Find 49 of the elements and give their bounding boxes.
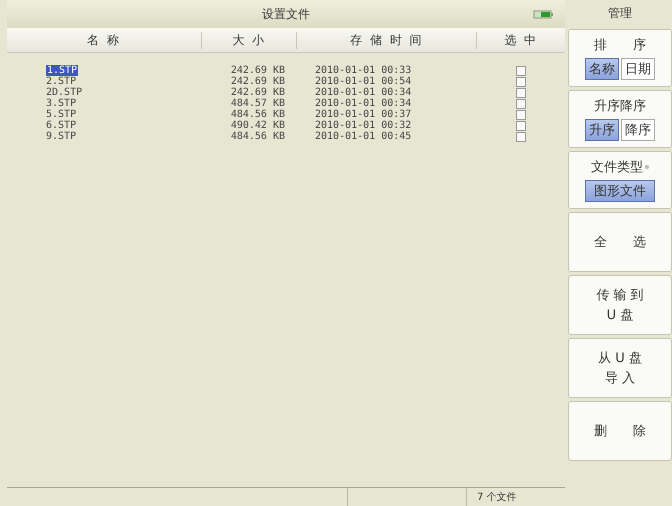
column-header: 存 储 时 间 — [296, 32, 476, 48]
checkbox[interactable] — [516, 132, 526, 142]
file-time: 2010-01-01 00:34 — [314, 87, 412, 98]
panel-label: 排 序 — [594, 37, 646, 54]
file-name[interactable]: 6.STP — [46, 120, 76, 131]
checkbox[interactable] — [516, 76, 526, 86]
option-button[interactable]: 降序 — [621, 119, 655, 141]
column-header: 选 中 — [476, 32, 565, 48]
file-name[interactable]: 1.STP — [46, 65, 78, 76]
file-type-select[interactable]: 图形文件 — [585, 180, 655, 202]
file-size: 490.42 KB — [230, 120, 286, 131]
column-header: 大 小 — [200, 32, 296, 48]
action-button[interactable]: 从 U 盘 导 入 — [568, 338, 672, 398]
panel-label: 升序降序 — [594, 98, 646, 115]
checkbox[interactable] — [516, 66, 526, 76]
file-size: 484.57 KB — [230, 98, 286, 109]
file-size: 484.56 KB — [230, 109, 286, 120]
file-name[interactable]: 3.STP — [46, 98, 76, 109]
file-name[interactable]: 2D.STP — [46, 87, 82, 98]
checkbox[interactable] — [516, 120, 526, 130]
panel-label: 文件类型 — [591, 159, 643, 176]
checkbox[interactable] — [516, 88, 526, 98]
option-button[interactable]: 升序 — [585, 119, 619, 141]
dot-icon — [645, 165, 649, 169]
checkbox[interactable] — [516, 110, 526, 120]
file-time: 2010-01-01 00:37 — [314, 109, 412, 120]
file-time: 2010-01-01 00:34 — [314, 98, 412, 109]
file-count: 7 个文件 — [477, 490, 517, 504]
option-button[interactable]: 名称 — [585, 58, 619, 80]
file-size: 242.69 KB — [230, 65, 286, 76]
action-button[interactable]: 删 除 — [568, 401, 672, 461]
file-time: 2010-01-01 00:32 — [314, 120, 412, 131]
action-button[interactable]: 传 输 到 U 盘 — [568, 275, 672, 335]
file-size: 242.69 KB — [230, 76, 286, 87]
panel-title: 管理 — [608, 4, 632, 22]
checkbox[interactable] — [516, 98, 526, 108]
file-name[interactable]: 9.STP — [46, 131, 76, 142]
file-size: 484.56 KB — [230, 131, 286, 142]
action-button[interactable]: 全 选 — [568, 212, 672, 272]
file-name[interactable]: 5.STP — [46, 109, 76, 120]
window-title: 设置文件 — [262, 6, 310, 22]
file-size: 242.69 KB — [230, 87, 286, 98]
file-time: 2010-01-01 00:54 — [314, 76, 412, 87]
column-header: 名 称 — [86, 32, 122, 48]
option-button[interactable]: 日期 — [621, 58, 655, 80]
file-time: 2010-01-01 00:33 — [314, 65, 412, 76]
battery-icon — [533, 10, 553, 19]
file-name[interactable]: 2.STP — [46, 76, 76, 87]
file-time: 2010-01-01 00:45 — [314, 131, 412, 142]
